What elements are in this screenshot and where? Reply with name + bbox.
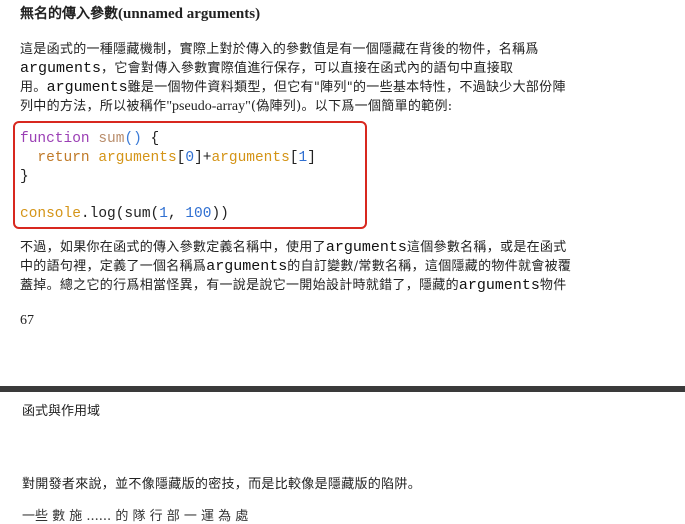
text-run: "pseudo-array" <box>166 99 251 114</box>
code-parens: () <box>124 131 142 147</box>
paragraph-line: 中的語句裡，定義了一個名稱爲arguments的自訂變數/常數名稱，這個隱藏的物… <box>20 257 660 276</box>
code-number: 0 <box>185 150 195 166</box>
code-identifier: arguments <box>98 150 177 166</box>
text-run: 的自訂變數/常數名稱，這個隱藏的物件就會被覆 <box>287 259 572 274</box>
page-top: 無名的傳入參數(unnamed arguments) 這是函式的一種隱藏機制，實… <box>0 0 685 386</box>
code-identifier: console <box>20 206 81 222</box>
code-line: function sum() { <box>20 131 159 147</box>
warning-paragraph: 不過，如果你在函式的傳入參數定義名稱中，使用了arguments這個參數名稱，或… <box>20 238 660 295</box>
paragraph-line: 這是函式的一種隱藏機制，實際上對於傳入的參數值是有一個隱藏在背後的物件，名稱爲 <box>20 40 660 59</box>
inline-code: arguments <box>458 277 540 294</box>
page-number: 67 <box>20 313 34 328</box>
code-bracket: [ <box>289 150 299 166</box>
paragraph-line: arguments，它會對傳入參數實際值進行保存，可以直接在函式內的語句中直接取 <box>20 59 660 78</box>
text-run: 物件 <box>539 278 567 293</box>
code-keyword: function <box>20 131 90 147</box>
code-identifier: arguments <box>211 150 290 166</box>
inline-code: arguments <box>325 239 407 256</box>
paragraph-line: 用。arguments雖是一個物件資料類型，但它有"陣列"的一些基本特性，不過缺… <box>20 78 660 97</box>
code-operator: ]+ <box>194 150 212 166</box>
text-run: 不過，如果你在函式的傳入參數定義名稱中，使用了 <box>20 240 326 255</box>
code-bracket: ] <box>307 150 316 166</box>
code-line: return arguments[0]+arguments[1] <box>20 150 316 166</box>
cut-off-line: 一些 數 施 ...... 的 隊 行 部 一 運 為 處 <box>22 509 249 524</box>
paragraph-line: 列中的方法，所以被稱作"pseudo-array"(偽陣列)。以下爲一個簡單的範… <box>20 97 660 116</box>
code-line: } <box>20 169 29 185</box>
text-run: 雖是一個物件資料類型，但它有"陣列"的一些基本特性，不過缺少大部份陣 <box>127 80 566 95</box>
code-example-box: function sum() { return arguments[0]+arg… <box>13 121 367 229</box>
page-bottom <box>0 392 685 511</box>
code-keyword: return <box>37 150 90 166</box>
code-separator: , <box>167 206 186 222</box>
code-parens: )) <box>211 206 229 222</box>
text-run: 這是函式的一種隱藏機制，實際上對於傳入的參數值是有一個隱藏在背後的物件，名稱爲 <box>20 42 539 57</box>
text-run: ，它會對傳入參數實際值進行保存，可以直接在函式內的語句中直接取 <box>101 61 514 76</box>
inline-code: arguments <box>46 79 128 96</box>
code-number: 100 <box>185 206 212 222</box>
section-heading-zh: 無名的傳入參數 <box>20 6 118 22</box>
text-run: 蓋掉。總之它的行爲相當怪異，有一說是說它一開始設計時就錯了，隱藏的 <box>20 278 459 293</box>
text-run: 這個參數名稱，或是在函式 <box>406 240 567 255</box>
code-brace: } <box>20 169 29 185</box>
code-function-name: sum <box>98 131 125 147</box>
text-run: (偽陣列)。以下爲一個簡單的範例: <box>250 99 453 114</box>
section-heading-en: (unnamed arguments) <box>118 6 261 22</box>
text-run: 中的語句裡，定義了一個名稱爲 <box>20 259 207 274</box>
inline-code: arguments <box>206 258 288 275</box>
code-line: console.log(sum(1, 100)) <box>20 206 229 222</box>
inline-code: arguments <box>20 60 102 77</box>
code-number: 1 <box>159 206 168 222</box>
section-heading: 無名的傳入參數(unnamed arguments) <box>20 3 260 23</box>
text-run: 列中的方法，所以被稱作 <box>20 99 167 114</box>
code-brace: { <box>141 131 160 147</box>
text-run: 用。 <box>20 80 47 95</box>
intro-paragraph: 這是函式的一種隱藏機制，實際上對於傳入的參數值是有一個隱藏在背後的物件，名稱爲 … <box>20 40 660 116</box>
code-call: .log(sum( <box>80 206 160 222</box>
paragraph-line: 不過，如果你在函式的傳入參數定義名稱中，使用了arguments這個參數名稱，或… <box>20 238 660 257</box>
paragraph-line: 蓋掉。總之它的行爲相當怪異，有一說是說它一開始設計時就錯了，隱藏的argumen… <box>20 276 660 295</box>
code-number: 1 <box>298 150 308 166</box>
running-head: 函式與作用域 <box>22 404 101 419</box>
trap-paragraph: 對開發者來說，並不像隱藏版的密技，而是比較像是隱藏版的陷阱。 <box>22 477 422 492</box>
